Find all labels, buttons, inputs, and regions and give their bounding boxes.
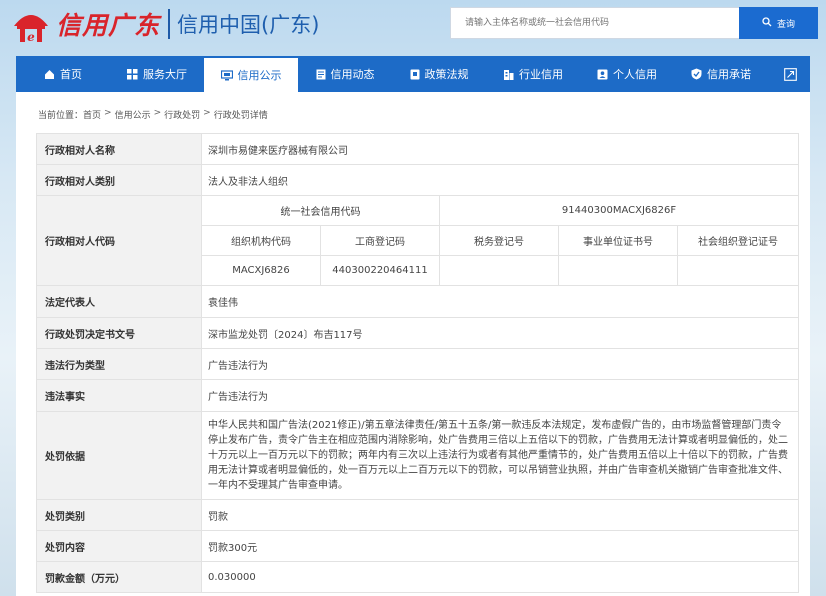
- breadcrumb-link-penalties[interactable]: 行政处罚: [164, 108, 200, 121]
- business-reg-header: 工商登记码: [320, 225, 440, 256]
- org-code-header: 组织机构代码: [201, 225, 321, 256]
- logo-divider: [168, 9, 171, 39]
- breadcrumb-current: 行政处罚详情: [213, 111, 268, 121]
- legal-rep-label: 法定代表人: [36, 285, 202, 318]
- violation-type-value: 广告违法行为: [200, 348, 800, 380]
- penalty-category-label: 处罚类别: [36, 499, 202, 531]
- table-row: 处罚内容 罚款300元: [36, 530, 800, 562]
- nav-label: 行业信用: [519, 68, 563, 81]
- breadcrumb-prefix: 当前位置：: [38, 111, 84, 121]
- org-code-value: MACXJ6826: [201, 255, 321, 286]
- id-card-icon: [597, 69, 608, 80]
- nav-item-policies[interactable]: 政策法规: [392, 56, 486, 92]
- penalty-detail-table: 行政相对人名称 深圳市易健来医疗器械有限公司 行政相对人类别 法人及非法人组织 …: [36, 133, 800, 593]
- breadcrumb-separator: >: [104, 108, 112, 118]
- fullscreen-button[interactable]: [770, 56, 810, 92]
- grid-icon: [127, 68, 138, 80]
- table-row: 行政相对人类别 法人及非法人组织: [36, 164, 800, 196]
- decision-doc-label: 行政处罚决定书文号: [36, 317, 202, 349]
- table-row: 处罚依据 中华人民共和国广告法(2021修正)/第五章法律责任/第五十五条/第一…: [36, 411, 800, 500]
- breadcrumb-separator: >: [203, 108, 211, 118]
- search-button[interactable]: 查询: [739, 7, 818, 39]
- social-org-header: 社会组织登记证号: [676, 225, 800, 256]
- violation-type-label: 违法行为类型: [36, 348, 202, 380]
- shield-check-icon: [691, 68, 702, 80]
- institution-cert-header: 事业单位证书号: [558, 225, 678, 256]
- nav-item-credit-commitment[interactable]: 信用承诺: [674, 56, 768, 92]
- name-value: 深圳市易健来医疗器械有限公司: [200, 133, 800, 165]
- penalty-content-value: 罚款300元: [200, 530, 800, 562]
- nav-item-credit-news[interactable]: 信用动态: [298, 56, 392, 92]
- breadcrumb: 当前位置： 首页 > 信用公示 > 行政处罚 > 行政处罚详情: [38, 108, 268, 121]
- type-label: 行政相对人类别: [36, 164, 202, 196]
- table-row: 处罚类别 罚款: [36, 499, 800, 531]
- decision-doc-value: 深市监龙处罚〔2024〕布吉117号: [200, 317, 800, 349]
- search-button-label: 查询: [776, 19, 795, 30]
- nav-item-personal-credit[interactable]: 个人信用: [580, 56, 674, 92]
- tax-reg-header: 税务登记号: [439, 225, 559, 256]
- penalty-content-label: 处罚内容: [36, 530, 202, 562]
- type-value: 法人及非法人组织: [200, 164, 800, 196]
- content-panel: 当前位置： 首页 > 信用公示 > 行政处罚 > 行政处罚详情 行政相对人名称 …: [16, 92, 810, 596]
- svg-text:e: e: [27, 30, 35, 44]
- expand-icon: [783, 67, 797, 81]
- fine-amount-label: 罚款金额（万元）: [36, 561, 202, 593]
- site-header: e 信用广东 信用中国(广东) 查询: [0, 0, 826, 56]
- search-icon: [762, 16, 772, 30]
- nav-label: 信用公示: [237, 69, 282, 82]
- breadcrumb-link-credit-publicity[interactable]: 信用公示: [115, 108, 151, 121]
- site-logo[interactable]: e 信用广东 信用中国(广东): [10, 4, 319, 44]
- search-bar: 查询: [450, 7, 818, 39]
- book-icon: [410, 69, 420, 80]
- penalty-basis-label: 处罚依据: [36, 411, 202, 500]
- document-icon: [316, 69, 326, 80]
- table-row: 行政处罚决定书文号 深市监龙处罚〔2024〕布吉117号: [36, 317, 800, 349]
- uscc-header: 统一社会信用代码: [201, 195, 440, 226]
- logo-site-name: 信用中国(广东): [177, 13, 320, 37]
- logo-emblem-icon: e: [10, 4, 52, 44]
- nav-label: 政策法规: [424, 68, 469, 81]
- home-icon: [44, 69, 55, 80]
- nav-item-industry-credit[interactable]: 行业信用: [486, 56, 580, 92]
- nav-label: 个人信用: [613, 68, 657, 81]
- breadcrumb-separator: >: [153, 108, 162, 118]
- logo-script-text: 信用广东: [56, 11, 161, 40]
- penalty-basis-value: 中华人民共和国广告法(2021修正)/第五章法律责任/第五十五条/第一款违反本法…: [200, 411, 800, 500]
- nav-label: 首页: [60, 68, 82, 81]
- business-reg-value: 440300220464111: [320, 255, 440, 286]
- tax-reg-value: [439, 255, 559, 286]
- fine-amount-value: 0.030000: [200, 561, 800, 593]
- legal-rep-value: 袁佳伟: [200, 285, 800, 318]
- table-row: 行政相对人代码 统一社会信用代码 91440300MACXJ6826F: [36, 195, 800, 286]
- table-row: 违法事实 广告违法行为: [36, 379, 800, 412]
- name-label: 行政相对人名称: [36, 133, 202, 165]
- building-icon: [503, 69, 514, 80]
- nav-item-service-hall[interactable]: 服务大厅: [110, 56, 204, 92]
- institution-cert-value: [558, 255, 678, 286]
- breadcrumb-link-home[interactable]: 首页: [83, 108, 101, 121]
- table-row: 违法行为类型 广告违法行为: [36, 348, 800, 380]
- nav-label: 信用承诺: [707, 68, 751, 81]
- penalty-category-value: 罚款: [200, 499, 800, 531]
- uscc-value: 91440300MACXJ6826F: [438, 195, 800, 226]
- table-row: 行政相对人名称 深圳市易健来医疗器械有限公司: [36, 133, 800, 165]
- social-org-value: [676, 255, 800, 286]
- nav-item-home[interactable]: 首页: [16, 56, 110, 92]
- display-icon: [220, 69, 233, 81]
- nav-label: 信用动态: [330, 68, 375, 81]
- violation-facts-value: 广告违法行为: [200, 379, 800, 412]
- nav-label: 服务大厅: [143, 68, 187, 81]
- table-row: 罚款金额（万元） 0.030000: [36, 561, 800, 593]
- violation-facts-label: 违法事实: [36, 379, 202, 412]
- nav-item-credit-publicity[interactable]: 信用公示: [204, 56, 298, 92]
- table-row: 法定代表人 袁佳伟: [36, 285, 800, 318]
- search-input[interactable]: [450, 7, 740, 39]
- code-label: 行政相对人代码: [36, 195, 202, 286]
- main-nav: 首页 服务大厅 信用公示 信用动态 政策法规 行业信用 个人信用 信用承诺: [16, 56, 810, 92]
